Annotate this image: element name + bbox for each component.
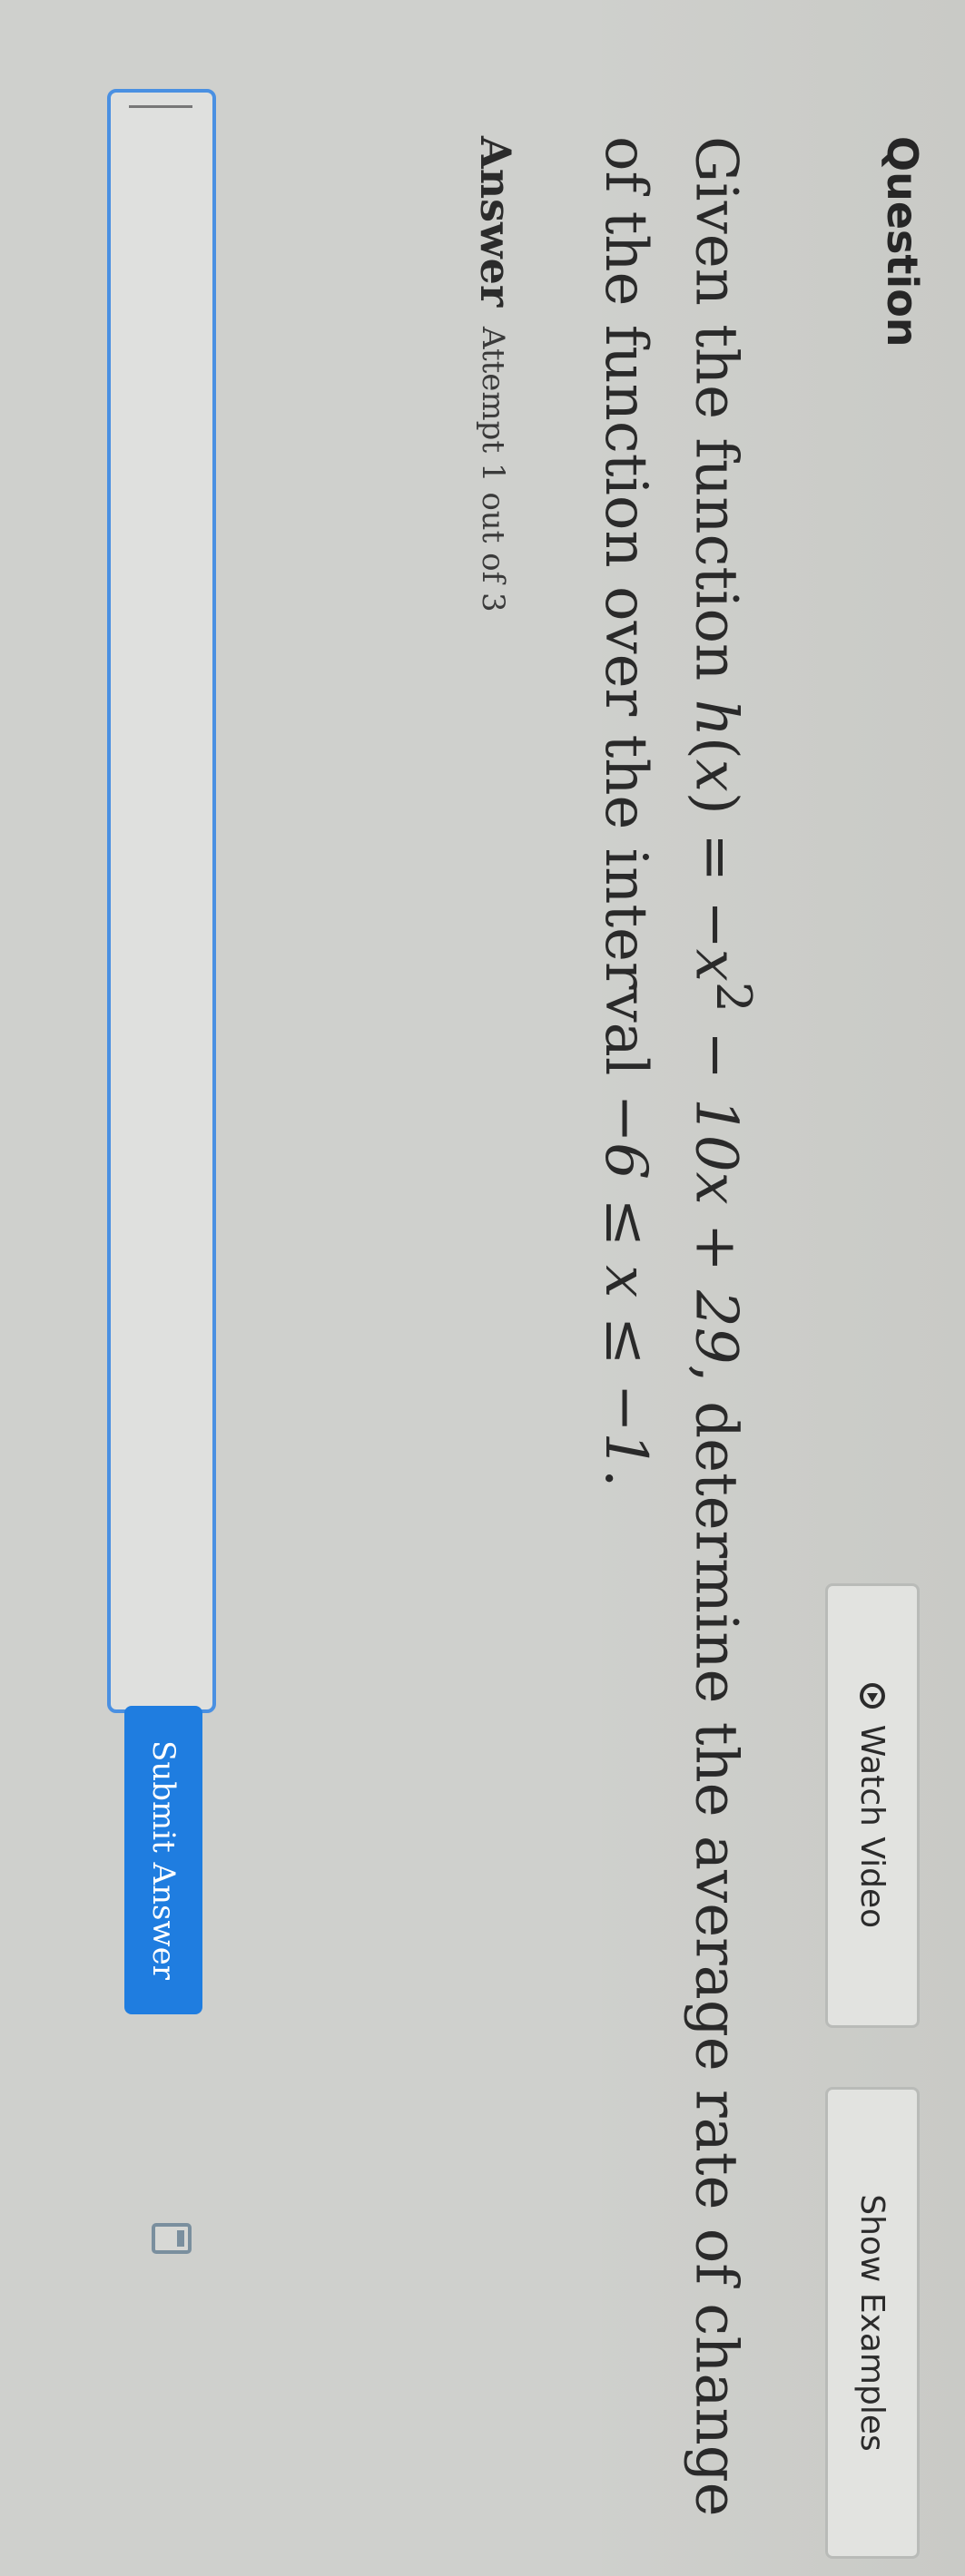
text-caret: [129, 105, 192, 108]
expression-part-1: = −x: [682, 814, 750, 982]
show-examples-button[interactable]: Show Examples: [825, 2087, 920, 2559]
function-var: x: [682, 759, 750, 792]
function-name: h: [682, 699, 750, 737]
screen: Question Watch Video Show Examples Given…: [0, 0, 965, 2576]
submit-answer-button[interactable]: Submit Answer: [124, 1706, 202, 2014]
attempt-counter: Attempt 1 out of 3: [475, 327, 511, 612]
answer-section: [0, 0, 602, 2576]
question-text: Given the function h(x) = −x2 − 10x + 29…: [591, 136, 763, 2517]
show-examples-label: Show Examples: [853, 2194, 891, 2452]
question-page: Question Watch Video Show Examples Given…: [0, 0, 965, 2576]
watch-video-button[interactable]: Watch Video: [825, 1583, 920, 2028]
question-heading: Question: [878, 136, 927, 348]
exponent: 2: [705, 981, 763, 1013]
question-prefix: Given the function: [682, 136, 750, 700]
expression-part-2: − 10x + 29: [682, 1012, 750, 1365]
answer-label: Answer: [471, 136, 520, 308]
watch-video-label: Watch Video: [853, 1724, 891, 1929]
play-circle-icon: [860, 1682, 885, 1709]
answer-input[interactable]: [107, 89, 216, 1713]
calculator-icon[interactable]: [152, 2223, 192, 2254]
